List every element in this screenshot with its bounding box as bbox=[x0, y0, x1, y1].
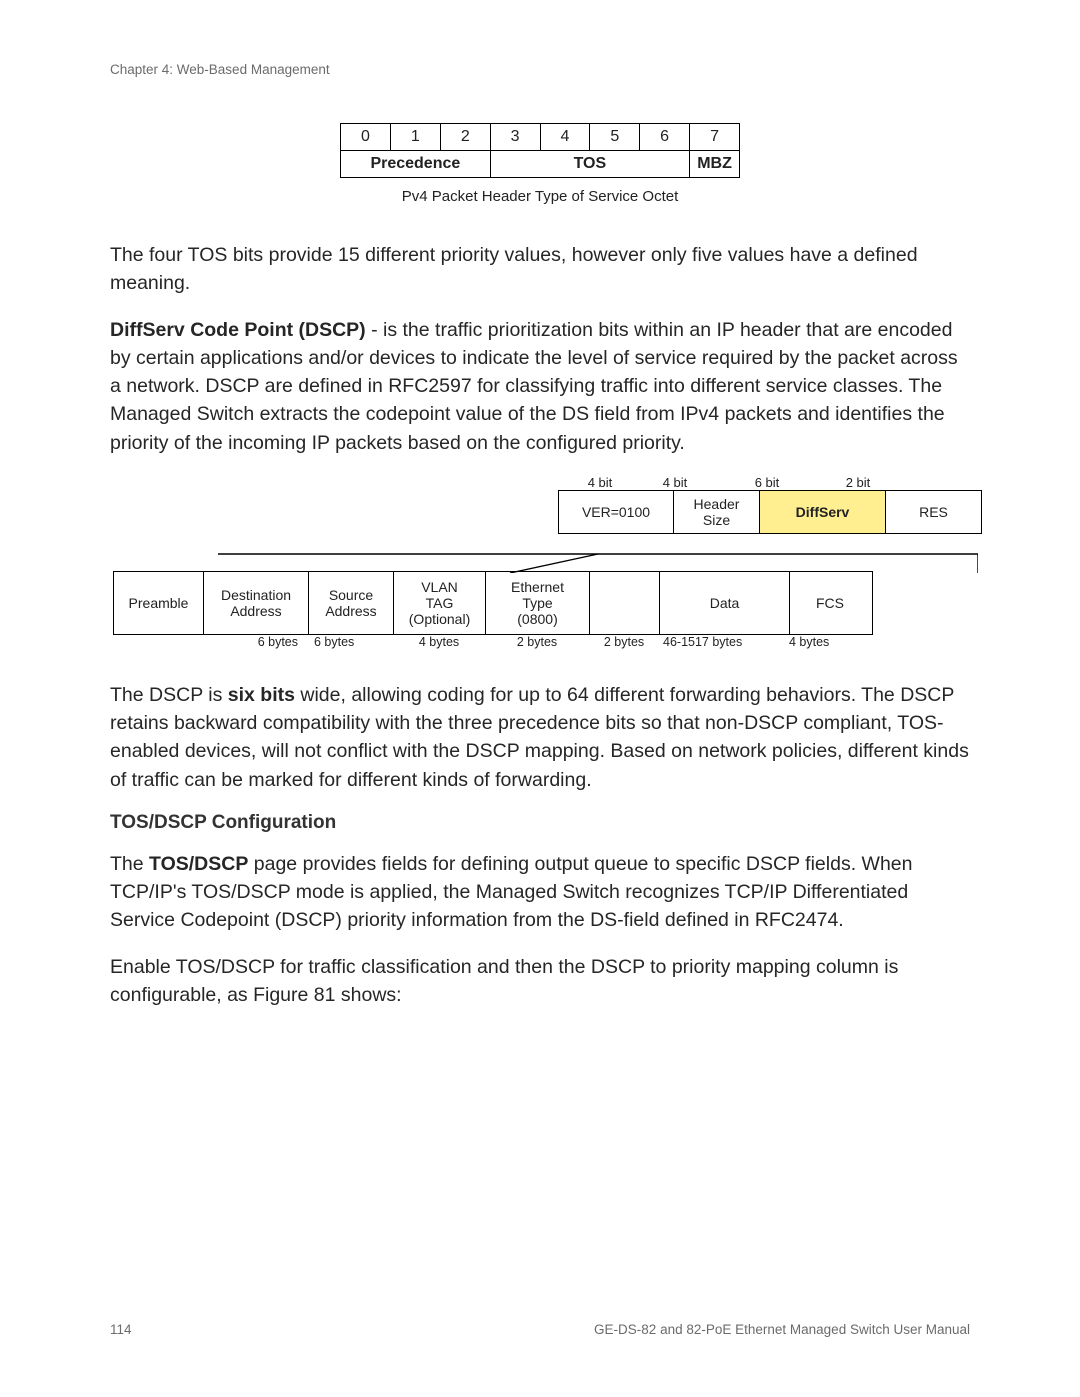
paragraph-tos-dscp-page: The TOS/DSCP page provides fields for de… bbox=[110, 850, 970, 935]
bit-1: 1 bbox=[390, 124, 440, 151]
frame-fcs: FCS bbox=[790, 572, 870, 634]
bit-0: 0 bbox=[341, 124, 391, 151]
manual-title: GE-DS-82 and 82-PoE Ethernet Managed Swi… bbox=[594, 1322, 970, 1337]
bit-width-label: 4 bit bbox=[562, 475, 638, 490]
bit-5: 5 bbox=[590, 124, 640, 151]
dscp-term: DiffServ Code Point (DSCP) bbox=[110, 319, 366, 341]
frame-src-addr: Source Address bbox=[309, 572, 394, 634]
ip-diffserv-cell: DiffServ bbox=[760, 491, 886, 533]
bit-width-label: 2 bit bbox=[822, 475, 894, 490]
tos-octet-table: 0 1 2 3 4 5 6 7 Precedence TOS MBZ bbox=[340, 123, 740, 178]
connector-lines bbox=[218, 553, 978, 571]
ip-header-size-cell: Header Size bbox=[674, 491, 760, 533]
frame-gap bbox=[590, 572, 660, 634]
six-bits: six bits bbox=[228, 684, 295, 706]
frame-preamble: Preamble bbox=[114, 572, 204, 634]
page-footer: 114 GE-DS-82 and 82-PoE Ethernet Managed… bbox=[110, 1322, 970, 1337]
precedence-label: Precedence bbox=[341, 151, 491, 178]
page-number: 114 bbox=[110, 1322, 132, 1337]
bit-7: 7 bbox=[690, 124, 740, 151]
chapter-label: Chapter 4: Web-Based Management bbox=[110, 62, 970, 77]
ip-header-diagram: 4 bit 4 bit 6 bit 2 bit VER=0100 Header … bbox=[450, 475, 1080, 547]
frame-vlan-tag: VLAN TAG (Optional) bbox=[394, 572, 486, 634]
ip-res-cell: RES bbox=[886, 491, 981, 533]
bit-width-label: 4 bit bbox=[638, 475, 712, 490]
bit-3: 3 bbox=[490, 124, 540, 151]
bit-6: 6 bbox=[640, 124, 690, 151]
tos-caption: Pv4 Packet Header Type of Service Octet bbox=[110, 188, 970, 205]
frame-ethertype: Ethernet Type (0800) bbox=[486, 572, 590, 634]
bit-2: 2 bbox=[440, 124, 490, 151]
section-tos-dscp-config: TOS/DSCP Configuration bbox=[110, 812, 970, 834]
paragraph-dscp-width: The DSCP is six bits wide, allowing codi… bbox=[110, 681, 970, 794]
tos-label: TOS bbox=[490, 151, 689, 178]
bit-width-label: 6 bit bbox=[712, 475, 822, 490]
frame-data: Data bbox=[660, 572, 790, 634]
paragraph-tos-intro: The four TOS bits provide 15 different p… bbox=[110, 241, 970, 298]
frame-dest-addr: Destination Address bbox=[204, 572, 309, 634]
paragraph-enable-tos-dscp: Enable TOS/DSCP for traffic classificati… bbox=[110, 953, 970, 1010]
mbz-label: MBZ bbox=[690, 151, 740, 178]
ip-ver-cell: VER=0100 bbox=[559, 491, 674, 533]
frame-byte-labels: 6 bytes 6 bytes 4 bytes 2 bytes 2 bytes … bbox=[113, 635, 873, 649]
paragraph-dscp-def: DiffServ Code Point (DSCP) - is the traf… bbox=[110, 316, 970, 457]
tos-dscp-term: TOS/DSCP bbox=[149, 853, 248, 875]
ethernet-frame-diagram: Preamble Destination Address Source Addr… bbox=[113, 571, 873, 635]
bit-4: 4 bbox=[540, 124, 590, 151]
